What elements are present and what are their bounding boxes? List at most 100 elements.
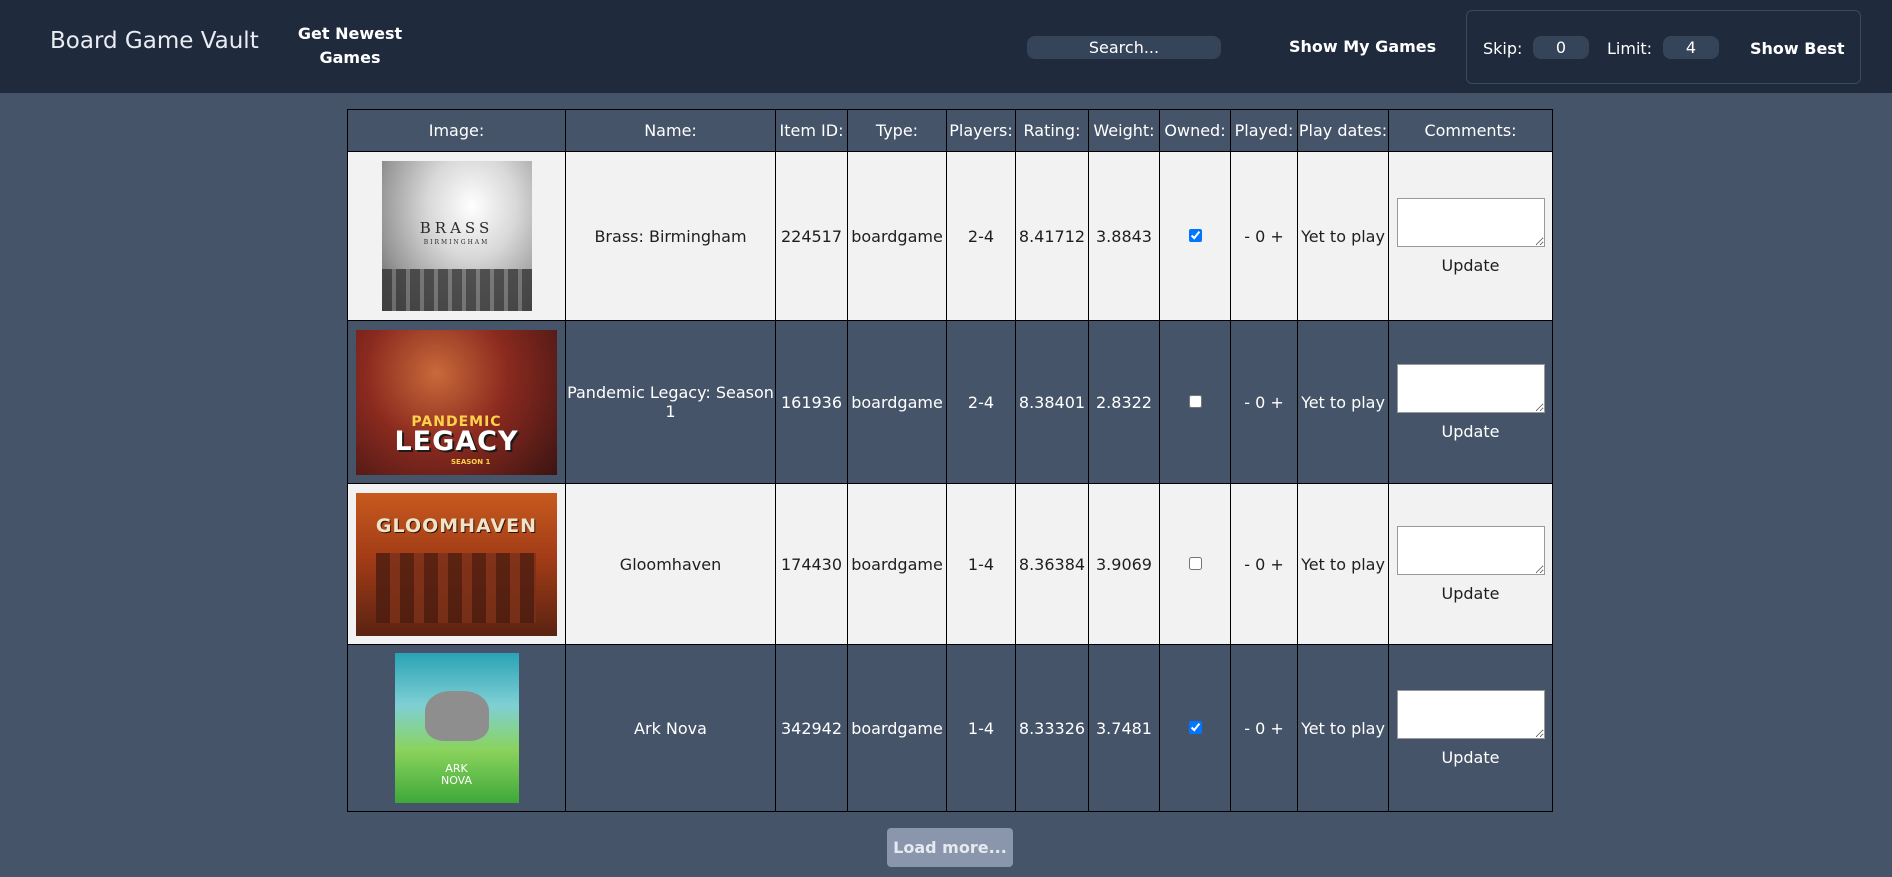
header-players: Players: [946,109,1016,152]
players: 2-4 [946,151,1016,321]
played-count: 0 [1255,718,1266,738]
box-art-title: ARK NOVA [395,763,519,787]
game-type: boardgame [847,483,947,645]
item-id: 342942 [775,644,848,812]
comment-textarea[interactable] [1396,689,1545,739]
box-art-title: GLOOMHAVEN [375,514,538,537]
comments-cell: Update [1388,644,1553,812]
header-item-id: Item ID: [775,109,848,152]
box-art-subtitle: LEGACY [394,425,519,457]
weight: 2.8322 [1088,320,1160,484]
play-dates: Yet to play [1297,151,1389,321]
game-image-cell: PANDEMIC LEGACY SEASON 1 [347,320,566,484]
table-row: BRASS BIRMINGHAM Brass: Birmingham 22451… [347,151,1553,321]
comment-textarea[interactable] [1396,525,1545,575]
header-name: Name: [565,109,776,152]
show-best-button[interactable]: Show Best [1750,39,1844,58]
played-count: 0 [1255,226,1266,246]
search-input[interactable] [1027,36,1221,59]
played-counter: - 0 + [1230,644,1298,812]
rating: 8.38401 [1015,320,1089,484]
box-art-tag: SEASON 1 [451,457,491,466]
box-art-subtitle: BIRMINGHAM [423,239,490,246]
owned-checkbox[interactable] [1188,556,1202,570]
owned-checkbox[interactable] [1188,394,1202,408]
game-image-cell: ARK NOVA [347,644,566,812]
skip-input[interactable] [1533,36,1589,59]
box-art-title-line2: NOVA [440,774,473,787]
weight: 3.9069 [1088,483,1160,645]
play-dates: Yet to play [1297,320,1389,484]
owned-checkbox[interactable] [1188,720,1202,734]
limit-input[interactable] [1663,36,1719,59]
box-art-decoration [424,691,489,741]
played-count: 0 [1255,392,1266,412]
item-id: 174430 [775,483,848,645]
played-increment-button[interactable]: + [1270,227,1283,246]
update-comment-button[interactable]: Update [1390,748,1552,767]
header-type: Type: [847,109,947,152]
skip-label: Skip: [1483,39,1523,58]
header-owned: Owned: [1159,109,1231,152]
game-type: boardgame [847,644,947,812]
update-comment-button[interactable]: Update [1390,584,1552,603]
item-id: 224517 [775,151,848,321]
owned-checkbox[interactable] [1188,228,1202,242]
played-counter: - 0 + [1230,320,1298,484]
update-comment-button[interactable]: Update [1390,422,1552,441]
show-my-games-button[interactable]: Show My Games [1289,37,1436,56]
owned-cell [1159,151,1231,321]
game-name: Brass: Birmingham [565,151,776,321]
comment-textarea[interactable] [1396,363,1545,413]
weight: 3.7481 [1088,644,1160,812]
update-comment-button[interactable]: Update [1390,256,1552,275]
played-decrement-button[interactable]: - [1244,719,1250,738]
header-rating: Rating: [1015,109,1089,152]
play-dates: Yet to play [1297,644,1389,812]
played-decrement-button[interactable]: - [1244,393,1250,412]
owned-cell [1159,644,1231,812]
top-navbar: Board Game Vault Get Newest Games Show M… [0,0,1892,93]
get-newest-games-button[interactable]: Get Newest Games [290,22,410,70]
header-weight: Weight: [1088,109,1160,152]
played-decrement-button[interactable]: - [1244,555,1250,574]
limit-label: Limit: [1607,39,1653,58]
game-image-cell: BRASS BIRMINGHAM [347,151,566,321]
played-counter: - 0 + [1230,483,1298,645]
game-name: Pandemic Legacy: Season 1 [565,320,776,484]
game-name: Ark Nova [565,644,776,812]
header-comments: Comments: [1388,109,1553,152]
played-counter: - 0 + [1230,151,1298,321]
header-play-dates: Play dates: [1297,109,1389,152]
game-type: boardgame [847,151,947,321]
table-row: PANDEMIC LEGACY SEASON 1 Pandemic Legacy… [347,320,1553,484]
comments-cell: Update [1388,320,1553,484]
load-more-button[interactable]: Load more... [887,828,1013,867]
played-increment-button[interactable]: + [1270,719,1283,738]
game-box-art: ARK NOVA [394,653,519,803]
rating: 8.33326 [1015,644,1089,812]
box-art-decoration [381,269,532,311]
play-dates: Yet to play [1297,483,1389,645]
players: 1-4 [946,644,1016,812]
weight: 3.8843 [1088,151,1160,321]
header-image: Image: [347,109,566,152]
players: 2-4 [946,320,1016,484]
table-header-row: Image: Name: Item ID: Type: Players: Rat… [347,109,1553,152]
header-played: Played: [1230,109,1298,152]
owned-cell [1159,320,1231,484]
game-box-art: GLOOMHAVEN [356,492,557,636]
played-increment-button[interactable]: + [1270,393,1283,412]
game-box-art: BRASS BIRMINGHAM [381,161,532,311]
game-name: Gloomhaven [565,483,776,645]
comments-cell: Update [1388,483,1553,645]
box-art-decoration [376,552,536,623]
game-type: boardgame [847,320,947,484]
brand-title[interactable]: Board Game Vault [50,28,259,54]
comments-cell: Update [1388,151,1553,321]
played-increment-button[interactable]: + [1270,555,1283,574]
box-art-title: BRASS [419,219,494,237]
table-row: GLOOMHAVEN Gloomhaven 174430 boardgame 1… [347,483,1553,645]
played-decrement-button[interactable]: - [1244,227,1250,246]
comment-textarea[interactable] [1396,197,1545,247]
